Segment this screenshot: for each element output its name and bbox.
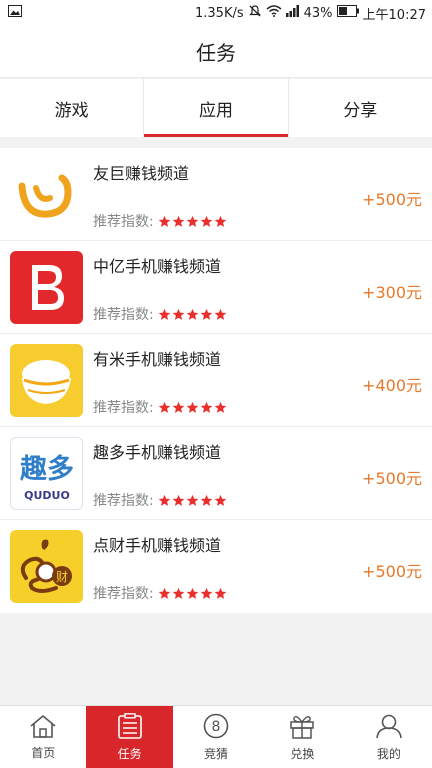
- reward-amount: +500元: [362, 562, 422, 581]
- app-name: 友巨赚钱频道: [93, 164, 190, 183]
- star-icon: [186, 308, 199, 320]
- quduo-logo-icon: 趣多 QUDUO: [10, 437, 83, 510]
- app-name: 中亿手机赚钱频道: [93, 257, 222, 276]
- star-icon: [158, 494, 171, 506]
- rating-label: 推荐指数:: [93, 493, 154, 509]
- star-icon: [158, 308, 171, 320]
- youju-logo-icon: [10, 158, 83, 231]
- gift-icon: [288, 713, 316, 742]
- star-icon: [200, 308, 213, 320]
- reward-amount: +500元: [362, 190, 422, 209]
- list-item[interactable]: 趣多 QUDUO 趣多手机赚钱频道 推荐指数: +500元: [0, 427, 432, 520]
- star-rating: [158, 494, 227, 507]
- star-icon: [158, 401, 171, 413]
- star-icon: [214, 494, 227, 506]
- nav-guess[interactable]: 8 竞猜: [173, 706, 259, 768]
- rating: 推荐指数:: [93, 397, 227, 417]
- star-icon: [186, 587, 199, 599]
- page-header: 任务: [0, 26, 432, 78]
- rating: 推荐指数:: [93, 490, 227, 510]
- app-name: 有米手机赚钱频道: [93, 350, 222, 369]
- battery-percent: 43%: [303, 5, 333, 21]
- task-list-icon: [116, 712, 144, 742]
- app-name: 趣多手机赚钱频道: [93, 443, 222, 462]
- star-icon: [172, 215, 185, 227]
- rating-label: 推荐指数:: [93, 586, 154, 602]
- star-icon: [172, 494, 185, 506]
- star-icon: [172, 401, 185, 413]
- rating-label: 推荐指数:: [93, 400, 154, 416]
- star-icon: [200, 587, 213, 599]
- nav-label: 任务: [117, 746, 142, 761]
- image-notification-icon: [8, 5, 22, 21]
- star-icon: [214, 401, 227, 413]
- app-name: 点财手机赚钱频道: [93, 536, 222, 555]
- star-icon: [214, 587, 227, 599]
- zhongyi-b-logo-icon: [10, 251, 83, 324]
- star-rating: [158, 587, 227, 600]
- tab-share[interactable]: 分享: [289, 79, 432, 137]
- tab-games[interactable]: 游戏: [0, 79, 145, 137]
- nav-label: 竞猜: [204, 746, 229, 761]
- star-icon: [186, 494, 199, 506]
- nav-exchange[interactable]: 兑换: [259, 706, 345, 768]
- reward-amount: +400元: [362, 376, 422, 395]
- list-item[interactable]: 中亿手机赚钱频道 推荐指数: +300元: [0, 241, 432, 334]
- svg-text:8: 8: [212, 719, 221, 735]
- rating: 推荐指数:: [93, 211, 227, 231]
- wifi-icon: [266, 5, 282, 21]
- youmi-rice-bowl-icon: [10, 344, 83, 417]
- nav-mine[interactable]: 我的: [346, 706, 432, 768]
- star-rating: [158, 215, 227, 228]
- user-icon: [375, 713, 403, 742]
- battery-icon: [336, 5, 359, 21]
- nav-label: 我的: [376, 746, 401, 761]
- star-icon: [214, 215, 227, 227]
- bottom-nav: 首页 任务 8 竞猜 兑换 我的: [0, 705, 432, 768]
- star-icon: [200, 215, 213, 227]
- task-list: 友巨赚钱频道 推荐指数: +500元 中亿手机赚钱频道 推荐指数: +300元: [0, 148, 432, 613]
- home-icon: [29, 714, 57, 741]
- star-icon: [200, 494, 213, 506]
- star-icon: [158, 587, 171, 599]
- star-icon: [186, 401, 199, 413]
- svg-text:财: 财: [56, 570, 68, 584]
- star-icon: [172, 587, 185, 599]
- mute-icon: [248, 4, 262, 22]
- signal-icon: [285, 5, 300, 21]
- nav-label: 首页: [31, 745, 56, 760]
- list-item[interactable]: 友巨赚钱频道 推荐指数: +500元: [0, 148, 432, 241]
- rating: 推荐指数:: [93, 583, 227, 603]
- star-icon: [214, 308, 227, 320]
- rating-label: 推荐指数:: [93, 214, 154, 230]
- page-title: 任务: [196, 41, 236, 65]
- star-rating: [158, 401, 227, 414]
- star-icon: [158, 215, 171, 227]
- tab-apps[interactable]: 应用: [144, 79, 289, 137]
- guess-8-icon: 8: [202, 713, 230, 742]
- rating: 推荐指数:: [93, 304, 227, 324]
- list-item[interactable]: 有米手机赚钱频道 推荐指数: +400元: [0, 334, 432, 427]
- network-speed: 1.35K/s: [195, 5, 244, 21]
- list-item[interactable]: 财 点财手机赚钱频道 推荐指数: +500元: [0, 520, 432, 613]
- nav-tasks[interactable]: 任务: [86, 706, 173, 768]
- nav-home[interactable]: 首页: [0, 706, 86, 768]
- star-icon: [200, 401, 213, 413]
- star-icon: [186, 215, 199, 227]
- reward-amount: +500元: [362, 469, 422, 488]
- svg-text:趣多: 趣多: [19, 454, 74, 485]
- reward-amount: +300元: [362, 283, 422, 302]
- clock: 上午10:27: [362, 7, 426, 23]
- rating-label: 推荐指数:: [93, 307, 154, 323]
- svg-text:QUDUO: QUDUO: [24, 489, 70, 502]
- star-rating: [158, 308, 227, 321]
- status-bar: 1.35K/s 43% 上午10:27: [0, 0, 432, 26]
- star-icon: [172, 308, 185, 320]
- diancai-logo-icon: 财: [10, 530, 83, 603]
- category-tabs: 游戏 应用 分享: [0, 79, 432, 137]
- nav-label: 兑换: [290, 746, 315, 761]
